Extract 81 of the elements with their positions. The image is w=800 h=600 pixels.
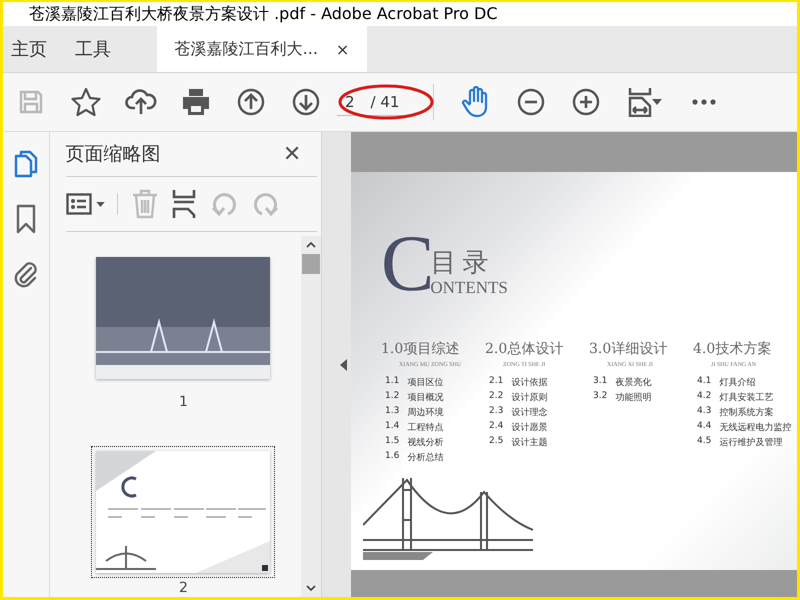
arrow-up-icon [237, 88, 265, 116]
bookmark-icon [16, 204, 36, 234]
bookmark-panel-button[interactable] [16, 204, 36, 234]
item-number: 3.1 [593, 376, 608, 388]
thumbnail-options-button[interactable] [66, 193, 118, 215]
extract-pages-icon [172, 189, 196, 219]
collapse-arrow-icon[interactable] [340, 358, 348, 370]
attach-panel-button[interactable] [12, 260, 39, 288]
contents-item: 运行维护及管理 [719, 436, 782, 449]
section-title: 2.0总体设计 [485, 340, 564, 358]
contents-item: 周边环境 [407, 406, 444, 419]
arrow-down-icon [292, 88, 320, 116]
contents-item: 项目区位 [407, 376, 444, 389]
item-number: 4.4 [697, 421, 712, 433]
cloud-upload-icon [125, 88, 157, 116]
item-number: 1.3 [385, 406, 400, 418]
page-fit-icon [628, 87, 652, 117]
contents-item: 夜景亮化 [615, 376, 652, 389]
contents-item: 设计依据 [511, 376, 548, 389]
contents-item: 视线分析 [407, 436, 444, 449]
caret-icon [96, 202, 105, 206]
contents-item: 设计理念 [511, 406, 548, 419]
list-options-icon [66, 193, 92, 215]
contents-item: 控制系统方案 [719, 406, 774, 419]
close-panel-button[interactable]: ✕ [282, 142, 302, 166]
item-number: 1.1 [385, 376, 400, 388]
item-number: 2.1 [489, 376, 504, 388]
item-number: 2.3 [489, 406, 504, 418]
rotate-left-icon [210, 190, 238, 218]
more-icon [692, 99, 716, 105]
scroll-down-icon [306, 585, 316, 591]
page-number-label: 1 [178, 394, 188, 410]
item-number: 1.6 [385, 451, 400, 463]
star-icon [71, 87, 101, 117]
item-number: 4.1 [697, 376, 712, 388]
item-number: 2.4 [489, 421, 504, 433]
caret-icon [652, 99, 662, 105]
contents-item: 项目概况 [407, 392, 444, 404]
contents-item: 功能照明 [615, 392, 652, 404]
contents-item: 分析总结 [407, 452, 444, 464]
page-number-label: 2 [178, 580, 188, 596]
document-tab[interactable]: 苍溪嘉陵江百利大... × [157, 26, 367, 72]
section-title: 3.0详细设计 [589, 340, 668, 358]
pages-icon [14, 150, 38, 178]
contents-item: 灯具介绍 [719, 376, 756, 389]
panel-title: 页面缩略图 [66, 142, 161, 167]
scroll-thumb[interactable] [302, 254, 320, 274]
contents-item: 设计主题 [511, 436, 548, 449]
scrollbar[interactable] [301, 236, 322, 597]
item-number: 4.5 [697, 436, 712, 448]
print-icon [181, 88, 211, 116]
scroll-up-icon [306, 242, 316, 248]
document-tab-title: 苍溪嘉陵江百利大... [174, 38, 318, 60]
zoom-in-icon [572, 88, 600, 116]
item-number: 1.5 [385, 436, 400, 448]
item-number: 4.3 [697, 406, 712, 418]
contents-heading: 目录 [430, 247, 496, 280]
item-number: 3.2 [593, 391, 608, 403]
nav-tab[interactable]: 工具 [61, 26, 125, 72]
zoom-out-icon [517, 88, 545, 116]
contents-item: 工程特点 [407, 422, 444, 434]
section-title: 4.0技术方案 [693, 340, 772, 358]
rotate-right-icon [252, 190, 280, 218]
item-number: 2.5 [489, 436, 504, 448]
section-title: 1.0项目综述 [381, 340, 460, 358]
close-tab-button[interactable]: × [336, 40, 350, 58]
pages-panel-button[interactable] [14, 150, 38, 178]
window-title: 苍溪嘉陵江百利大桥夜景方案设计 .pdf - Adobe Acrobat Pro DC [29, 4, 498, 24]
item-number: 4.2 [697, 391, 712, 403]
contents-item: 灯具安装工艺 [719, 392, 774, 404]
paperclip-icon [12, 260, 39, 288]
extract-page-button[interactable] [172, 189, 196, 219]
item-number: 1.2 [385, 391, 400, 403]
contents-item: 设计愿景 [511, 422, 548, 434]
item-number: 1.4 [385, 421, 400, 433]
nav-tab[interactable]: 主页 [3, 26, 61, 72]
contents-item: 设计原则 [511, 392, 548, 404]
item-number: 2.2 [489, 391, 504, 403]
trash-icon [132, 189, 158, 219]
save-icon [18, 89, 44, 115]
contents-item: 无线远程电力监控 [719, 422, 792, 434]
